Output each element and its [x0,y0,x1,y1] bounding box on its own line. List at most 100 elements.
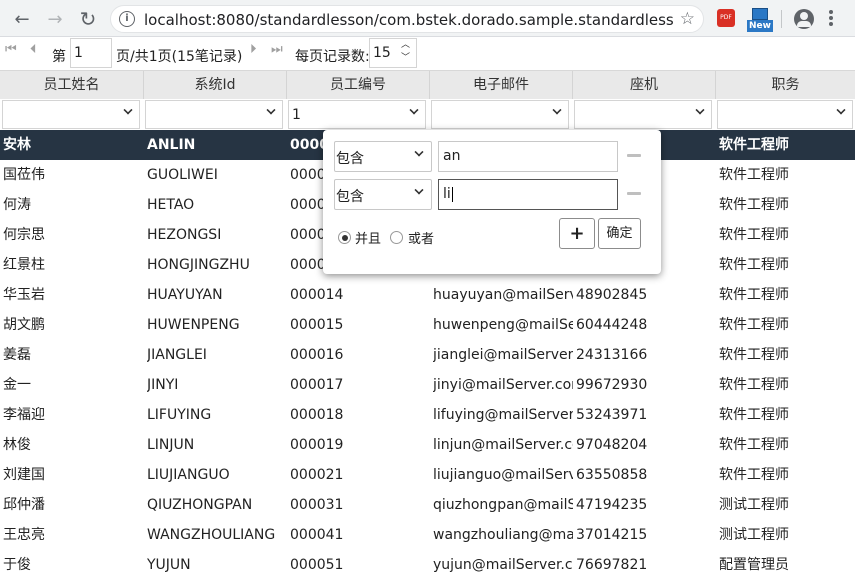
add-condition-button[interactable]: + [559,218,595,249]
cell-name: 红景柱 [3,257,45,273]
cell-name: 李福迎 [3,407,45,423]
column-header-phone[interactable]: 座机 [573,71,716,100]
cell-phone: 76697821 [576,557,648,573]
filter-system-id-dropdown[interactable] [145,100,283,129]
cell-name: 林俊 [3,437,31,453]
column-header-employee-no[interactable]: 员工编号 [287,71,430,100]
column-header-email[interactable]: 电子邮件 [430,71,573,100]
chevron-down-icon [123,105,133,115]
cell-phone: 24313166 [576,347,648,363]
remove-condition-button[interactable] [627,192,641,195]
table-row[interactable]: 姜磊 JIANGLEI 000016 jianglei@mailServer.c 243… [0,340,855,370]
cell-position: 配置管理员 [719,557,789,573]
remove-condition-button[interactable] [627,154,641,157]
condition-value-input[interactable]: an [438,141,618,172]
url-text[interactable]: localhost:8080/standardlesson/com.bstek.… [144,11,674,29]
filter-employee-no-dropdown[interactable]: 1 [288,100,426,129]
screen-icon [752,8,768,20]
cell-email: wangzhouliang@mai [433,527,573,543]
filter-phone-dropdown[interactable] [574,100,712,129]
text-cursor [451,186,453,202]
pdf-extension-icon[interactable]: PDF [717,9,735,27]
page-size-spinner[interactable]: 15 ︿ ﹀ [369,38,417,68]
reload-icon[interactable]: ↻ [75,6,101,32]
cell-phone: 48902845 [576,287,648,303]
cell-position: 软件工程师 [719,227,789,243]
browser-toolbar: ← → ↻ i localhost:8080/standardlesson/co… [0,0,855,37]
cell-position: 软件工程师 [719,467,789,483]
new-extension-label: New [747,20,773,32]
cell-name: 何涛 [3,197,31,213]
cell-name: 胡文鹏 [3,317,45,333]
next-page-icon[interactable]: ⏵ [250,42,257,57]
table-row[interactable]: 李福迎 LIFUYING 000018 lifuying@mailServer. 532… [0,400,855,430]
operator-value: 包含 [336,189,364,205]
chevron-down-icon [552,105,562,115]
cell-system-id: LIUJIANGUO [147,467,230,483]
condition-value: li [443,186,451,202]
address-bar[interactable]: i localhost:8080/standardlesson/com.bste… [110,5,704,33]
table-row[interactable]: 刘建国 LIUJIANGUO 000021 liujianguo@mailServe 6… [0,460,855,490]
cell-name: 何宗思 [3,227,45,243]
table-row[interactable]: 王忠亮 WANGZHOULIANG 000041 wangzhouliang@mai 3… [0,520,855,550]
condition-value-input[interactable]: li [438,179,618,210]
column-header-name[interactable]: 员工姓名 [0,71,144,100]
column-header-system-id[interactable]: 系统Id [144,71,287,100]
table-row[interactable]: 于俊 YUJUN 000051 yujun@mailServer.cc 76697821… [0,550,855,580]
cell-employee-no: 000021 [290,467,344,483]
filter-name-dropdown[interactable] [2,100,140,129]
table-row[interactable]: 金一 JINYI 000017 jinyi@mailServer.com 9967293… [0,370,855,400]
column-header-position[interactable]: 职务 [716,71,855,100]
new-extension-icon[interactable]: New [747,8,773,34]
page-info-label: 页/共1页(15笔记录) [116,49,243,65]
cell-system-id: JINYI [147,377,179,393]
table-row[interactable]: 华玉岩 HUAYUYAN 000014 huayuyan@mailServe 48902… [0,280,855,310]
last-page-icon[interactable]: ⏭ [271,42,283,57]
spinner-arrows-icon[interactable]: ︿ ﹀ [401,39,410,65]
cell-employee-no: 000015 [290,317,344,333]
grid-header: 员工姓名 系统Id 员工编号 电子邮件 座机 职务 [0,70,855,100]
or-radio-label: 或者 [408,232,435,247]
cell-position: 软件工程师 [719,287,789,303]
chevron-down-icon [414,185,424,195]
cell-name: 国莅伟 [3,167,45,183]
cell-phone: 37014215 [576,527,648,543]
and-radio[interactable] [338,231,351,244]
bookmark-star-icon[interactable]: ☆ [680,9,695,29]
cell-system-id: JIANGLEI [147,347,207,363]
filter-row: 1 [0,99,855,130]
cell-position: 测试工程师 [719,497,789,513]
confirm-button[interactable]: 确定 [598,218,641,249]
cell-position: 软件工程师 [719,437,789,453]
chevron-down-icon [266,105,276,115]
filter-value: 1 [292,107,301,123]
cell-phone: 47194235 [576,497,648,513]
cell-system-id: YUJUN [147,557,191,573]
table-row[interactable]: 胡文鹏 HUWENPENG 000015 huwenpeng@mailSe 604442… [0,310,855,340]
condition-operator-select[interactable]: 包含 [334,141,432,172]
filter-email-dropdown[interactable] [431,100,569,129]
filter-position-dropdown[interactable] [717,100,853,129]
prev-page-icon[interactable]: ⏴ [30,42,37,57]
account-icon[interactable] [794,9,814,29]
cell-phone: 53243971 [576,407,648,423]
cell-position: 软件工程师 [719,197,789,213]
cell-email: jianglei@mailServer.c [433,347,573,363]
table-row[interactable]: 林俊 LINJUN 000019 linjun@mailServer.cc 970482… [0,430,855,460]
menu-dots-icon[interactable] [829,10,833,28]
back-icon[interactable]: ← [9,6,35,32]
cell-email: huwenpeng@mailSe [433,317,573,333]
table-row[interactable]: 邱仲潘 QIUZHONGPAN 000031 qiuzhongpan@mailS 471… [0,490,855,520]
page-size-value: 15 [373,45,391,61]
site-info-icon[interactable]: i [119,11,135,27]
cell-employee-no: 000018 [290,407,344,423]
cell-phone: 63550858 [576,467,648,483]
cell-name: 刘建国 [3,467,45,483]
page-number-input[interactable]: 1 [70,38,112,68]
chevron-down-icon [836,105,846,115]
first-page-icon[interactable]: ⏮ [5,42,17,57]
condition-operator-select[interactable]: 包含 [334,179,432,210]
or-radio[interactable] [390,231,403,244]
forward-icon[interactable]: → [42,6,68,32]
cell-position: 软件工程师 [719,257,789,273]
